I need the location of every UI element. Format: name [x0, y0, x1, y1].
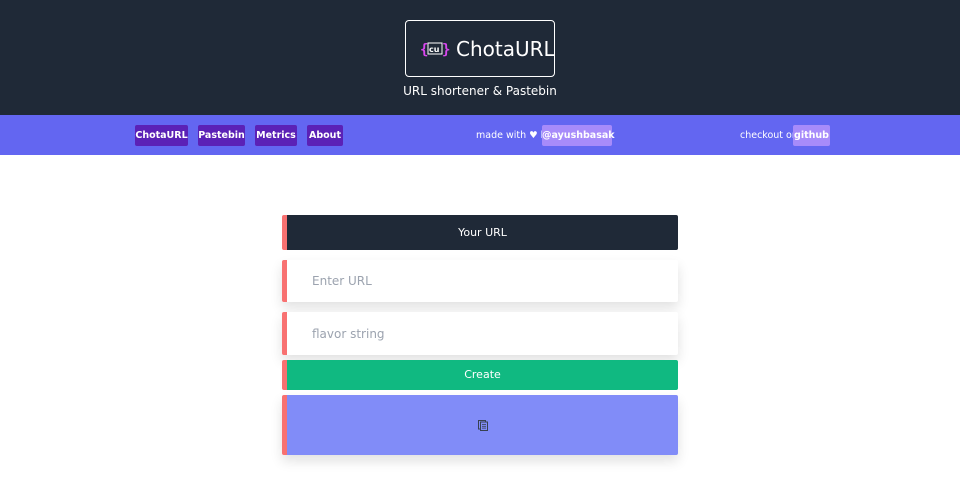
flavor-field-container	[282, 312, 678, 355]
url-field-container	[282, 260, 678, 302]
tagline: URL shortener & Pastebin	[403, 84, 557, 98]
clipboard-icon[interactable]	[477, 419, 489, 431]
svg-text:}: }	[442, 42, 450, 58]
svg-text:{: {	[420, 42, 428, 58]
checkout-text: checkout on	[740, 130, 798, 141]
logo-mark-icon: { cu }	[420, 42, 450, 58]
nav-item-pastebin[interactable]: Pastebin	[198, 125, 245, 146]
nav-item-about[interactable]: About	[307, 125, 343, 146]
nav-item-chotaurl[interactable]: ChotaURL	[135, 125, 188, 146]
header: { cu } ChotaURL URL shortener & Pastebin	[0, 0, 960, 115]
form-title: Your URL	[282, 215, 678, 250]
create-button[interactable]: Create	[282, 360, 678, 390]
navbar: ChotaURL Pastebin Metrics About made wit…	[0, 115, 960, 155]
url-input[interactable]	[287, 260, 678, 302]
author-link[interactable]: @ayushbasak	[542, 125, 615, 146]
logo-text: ChotaURL	[456, 37, 555, 61]
github-link[interactable]: github	[793, 125, 830, 146]
flavor-input[interactable]	[287, 312, 678, 355]
logo[interactable]: { cu } ChotaURL	[405, 20, 555, 77]
made-with-text: made with ♥ by	[476, 130, 553, 141]
result-panel	[282, 395, 678, 455]
svg-text:cu: cu	[429, 45, 440, 54]
nav-item-metrics[interactable]: Metrics	[255, 125, 297, 146]
